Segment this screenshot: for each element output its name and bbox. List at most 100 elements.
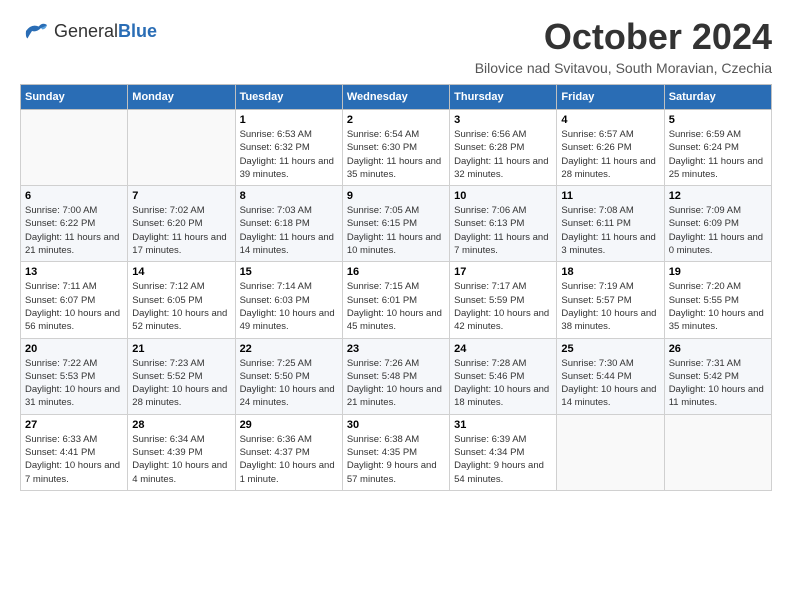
- calendar-cell: 25 Sunrise: 7:30 AM Sunset: 5:44 PM Dayli…: [557, 338, 664, 414]
- day-info: Sunrise: 6:56 AM Sunset: 6:28 PM Dayligh…: [454, 128, 552, 181]
- day-number: 21: [132, 343, 230, 355]
- day-number: 14: [132, 266, 230, 278]
- day-info: Sunrise: 6:34 AM Sunset: 4:39 PM Dayligh…: [132, 433, 230, 486]
- day-number: 29: [240, 419, 338, 431]
- day-info: Sunrise: 7:12 AM Sunset: 6:05 PM Dayligh…: [132, 280, 230, 333]
- calendar-cell: 30 Sunrise: 6:38 AM Sunset: 4:35 PM Dayli…: [342, 414, 449, 490]
- calendar-week-row: 13 Sunrise: 7:11 AM Sunset: 6:07 PM Dayli…: [21, 262, 772, 338]
- day-number: 2: [347, 114, 445, 126]
- day-number: 3: [454, 114, 552, 126]
- calendar-cell: 23 Sunrise: 7:26 AM Sunset: 5:48 PM Dayli…: [342, 338, 449, 414]
- day-info: Sunrise: 7:02 AM Sunset: 6:20 PM Dayligh…: [132, 204, 230, 257]
- calendar-week-row: 20Sunrise: 7:22 AM Sunset: 5:53 PM Dayli…: [21, 338, 772, 414]
- calendar-cell: 17 Sunrise: 7:17 AM Sunset: 5:59 PM Dayli…: [450, 262, 557, 338]
- day-number: 19: [669, 266, 767, 278]
- calendar-cell: 28Sunrise: 6:34 AM Sunset: 4:39 PM Dayli…: [128, 414, 235, 490]
- calendar-cell: 7Sunrise: 7:02 AM Sunset: 6:20 PM Daylig…: [128, 186, 235, 262]
- day-info: Sunrise: 7:20 AM Sunset: 5:55 PM Dayligh…: [669, 280, 767, 333]
- calendar-cell: 12 Sunrise: 7:09 AM Sunset: 6:09 PM Dayli…: [664, 186, 771, 262]
- day-number: 16: [347, 266, 445, 278]
- calendar-cell: [664, 414, 771, 490]
- calendar-cell: 27 Sunrise: 6:33 AM Sunset: 4:41 PM Dayli…: [21, 414, 128, 490]
- day-info: Sunrise: 7:30 AM Sunset: 5:44 PM Dayligh…: [561, 357, 659, 410]
- day-info: Sunrise: 7:23 AM Sunset: 5:52 PM Dayligh…: [132, 357, 230, 410]
- day-number: 15: [240, 266, 338, 278]
- day-info: Sunrise: 7:15 AM Sunset: 6:01 PM Dayligh…: [347, 280, 445, 333]
- day-info: Sunrise: 7:00 AM Sunset: 6:22 PM Dayligh…: [25, 204, 123, 257]
- day-number: 25: [561, 343, 659, 355]
- calendar-cell: 22 Sunrise: 7:25 AM Sunset: 5:50 PM Dayli…: [235, 338, 342, 414]
- calendar-table: SundayMondayTuesdayWednesdayThursdayFrid…: [20, 84, 772, 491]
- calendar-week-row: 6 Sunrise: 7:00 AM Sunset: 6:22 PM Daylig…: [21, 186, 772, 262]
- calendar-cell: 1Sunrise: 6:53 AM Sunset: 6:32 PM Daylig…: [235, 110, 342, 186]
- day-info: Sunrise: 6:57 AM Sunset: 6:26 PM Dayligh…: [561, 128, 659, 181]
- day-info: Sunrise: 6:33 AM Sunset: 4:41 PM Dayligh…: [25, 433, 123, 486]
- day-info: Sunrise: 7:11 AM Sunset: 6:07 PM Dayligh…: [25, 280, 123, 333]
- calendar-cell: 31 Sunrise: 6:39 AM Sunset: 4:34 PM Dayli…: [450, 414, 557, 490]
- day-number: 27: [25, 419, 123, 431]
- calendar-cell: 24 Sunrise: 7:28 AM Sunset: 5:46 PM Dayli…: [450, 338, 557, 414]
- day-info: Sunrise: 7:28 AM Sunset: 5:46 PM Dayligh…: [454, 357, 552, 410]
- weekday-header-saturday: Saturday: [664, 85, 771, 110]
- calendar-cell: 14 Sunrise: 7:12 AM Sunset: 6:05 PM Dayli…: [128, 262, 235, 338]
- day-info: Sunrise: 7:03 AM Sunset: 6:18 PM Dayligh…: [240, 204, 338, 257]
- calendar-cell: 4 Sunrise: 6:57 AM Sunset: 6:26 PM Daylig…: [557, 110, 664, 186]
- day-number: 24: [454, 343, 552, 355]
- weekday-header-sunday: Sunday: [21, 85, 128, 110]
- day-number: 12: [669, 190, 767, 202]
- weekday-header-tuesday: Tuesday: [235, 85, 342, 110]
- calendar-cell: 29Sunrise: 6:36 AM Sunset: 4:37 PM Dayli…: [235, 414, 342, 490]
- calendar-week-row: 1Sunrise: 6:53 AM Sunset: 6:32 PM Daylig…: [21, 110, 772, 186]
- day-number: 10: [454, 190, 552, 202]
- page-container: GeneralBlue October 2024 Bilovice nad Sv…: [0, 0, 792, 507]
- day-info: Sunrise: 6:54 AM Sunset: 6:30 PM Dayligh…: [347, 128, 445, 181]
- logo: GeneralBlue: [20, 16, 157, 46]
- calendar-cell: 26Sunrise: 7:31 AM Sunset: 5:42 PM Dayli…: [664, 338, 771, 414]
- calendar-cell: 15Sunrise: 7:14 AM Sunset: 6:03 PM Dayli…: [235, 262, 342, 338]
- calendar-cell: 18Sunrise: 7:19 AM Sunset: 5:57 PM Dayli…: [557, 262, 664, 338]
- day-info: Sunrise: 6:39 AM Sunset: 4:34 PM Dayligh…: [454, 433, 552, 486]
- day-number: 6: [25, 190, 123, 202]
- weekday-header-friday: Friday: [557, 85, 664, 110]
- calendar-cell: 8Sunrise: 7:03 AM Sunset: 6:18 PM Daylig…: [235, 186, 342, 262]
- weekday-header-monday: Monday: [128, 85, 235, 110]
- day-info: Sunrise: 7:09 AM Sunset: 6:09 PM Dayligh…: [669, 204, 767, 257]
- day-info: Sunrise: 6:53 AM Sunset: 6:32 PM Dayligh…: [240, 128, 338, 181]
- day-number: 31: [454, 419, 552, 431]
- logo-blue: Blue: [118, 21, 157, 41]
- day-info: Sunrise: 7:06 AM Sunset: 6:13 PM Dayligh…: [454, 204, 552, 257]
- day-number: 11: [561, 190, 659, 202]
- calendar-week-row: 27 Sunrise: 6:33 AM Sunset: 4:41 PM Dayli…: [21, 414, 772, 490]
- day-number: 30: [347, 419, 445, 431]
- day-info: Sunrise: 7:17 AM Sunset: 5:59 PM Dayligh…: [454, 280, 552, 333]
- day-info: Sunrise: 7:31 AM Sunset: 5:42 PM Dayligh…: [669, 357, 767, 410]
- day-info: Sunrise: 7:05 AM Sunset: 6:15 PM Dayligh…: [347, 204, 445, 257]
- calendar-cell: 2 Sunrise: 6:54 AM Sunset: 6:30 PM Daylig…: [342, 110, 449, 186]
- calendar-cell: 16 Sunrise: 7:15 AM Sunset: 6:01 PM Dayli…: [342, 262, 449, 338]
- location: Bilovice nad Svitavou, South Moravian, C…: [475, 60, 772, 76]
- day-number: 13: [25, 266, 123, 278]
- day-info: Sunrise: 7:19 AM Sunset: 5:57 PM Dayligh…: [561, 280, 659, 333]
- calendar-cell: 10 Sunrise: 7:06 AM Sunset: 6:13 PM Dayli…: [450, 186, 557, 262]
- day-number: 5: [669, 114, 767, 126]
- day-info: Sunrise: 7:26 AM Sunset: 5:48 PM Dayligh…: [347, 357, 445, 410]
- logo-icon: [20, 16, 50, 46]
- day-info: Sunrise: 7:25 AM Sunset: 5:50 PM Dayligh…: [240, 357, 338, 410]
- day-number: 17: [454, 266, 552, 278]
- weekday-header-thursday: Thursday: [450, 85, 557, 110]
- calendar-cell: [21, 110, 128, 186]
- calendar-cell: 20Sunrise: 7:22 AM Sunset: 5:53 PM Dayli…: [21, 338, 128, 414]
- calendar-cell: 21 Sunrise: 7:23 AM Sunset: 5:52 PM Dayli…: [128, 338, 235, 414]
- weekday-header-wednesday: Wednesday: [342, 85, 449, 110]
- day-info: Sunrise: 6:59 AM Sunset: 6:24 PM Dayligh…: [669, 128, 767, 181]
- day-info: Sunrise: 7:08 AM Sunset: 6:11 PM Dayligh…: [561, 204, 659, 257]
- day-number: 22: [240, 343, 338, 355]
- day-info: Sunrise: 6:38 AM Sunset: 4:35 PM Dayligh…: [347, 433, 445, 486]
- day-number: 9: [347, 190, 445, 202]
- month-title: October 2024: [475, 16, 772, 58]
- calendar-cell: 19 Sunrise: 7:20 AM Sunset: 5:55 PM Dayli…: [664, 262, 771, 338]
- calendar-cell: 11 Sunrise: 7:08 AM Sunset: 6:11 PM Dayli…: [557, 186, 664, 262]
- day-number: 23: [347, 343, 445, 355]
- day-info: Sunrise: 7:22 AM Sunset: 5:53 PM Dayligh…: [25, 357, 123, 410]
- day-number: 4: [561, 114, 659, 126]
